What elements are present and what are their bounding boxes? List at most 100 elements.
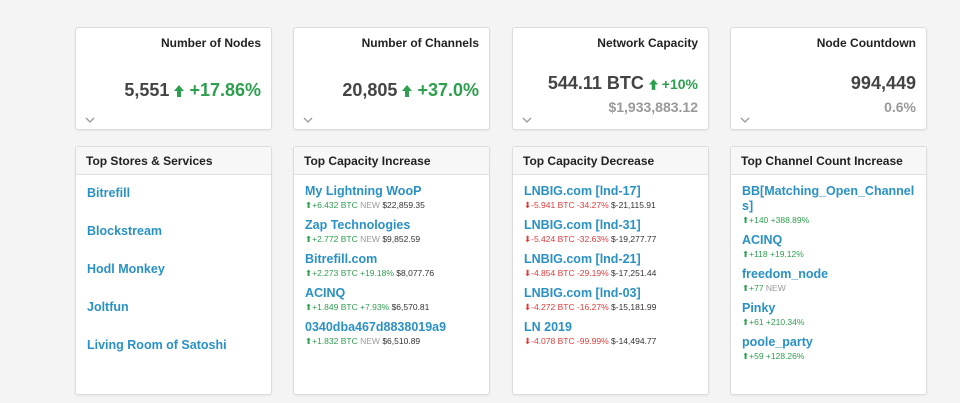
- up-arrow-icon: [648, 79, 658, 90]
- node-link[interactable]: LNBIG.com [lnd-03]: [524, 286, 698, 301]
- chevron-down-icon[interactable]: [522, 116, 532, 124]
- change-text: +17.86%: [189, 80, 261, 100]
- node-link[interactable]: LNBIG.com [lnd-31]: [524, 218, 698, 233]
- node-link[interactable]: poole_party: [742, 335, 916, 350]
- node-link[interactable]: BB[Matching_Open_Channels]: [742, 184, 916, 214]
- store-link[interactable]: Hodl Monkey: [87, 262, 261, 276]
- item-stats: ⬇-4.078 BTC -99.99% $-14,494.77: [524, 335, 698, 347]
- count-change: +59: [749, 351, 764, 361]
- percent-value: 0.6%: [884, 99, 916, 115]
- list-item: ACINQ ⬆+118 +19.12%: [742, 233, 916, 260]
- pct-change: -99.99%: [576, 336, 609, 346]
- change-badge: +37.0%: [402, 80, 479, 100]
- pct-change: -32.63%: [576, 234, 609, 244]
- channels-card: Number of Channels 20,805 +37.0%: [293, 27, 490, 130]
- pct-change: +7.93%: [360, 302, 390, 312]
- card-value: 20,805 +37.0%: [342, 80, 479, 101]
- panel-title: Top Capacity Decrease: [513, 147, 708, 175]
- node-link[interactable]: Zap Technologies: [305, 218, 479, 233]
- up-arrow-icon: [402, 85, 413, 97]
- chevron-down-icon[interactable]: [85, 116, 95, 124]
- list-item: LNBIG.com [lnd-21] ⬇-4.854 BTC -29.19% $…: [524, 252, 698, 279]
- usd-change: $-21,115.91: [611, 200, 656, 210]
- list-item: My Lightning WooP ⬆+6.432 BTC NEW $22,85…: [305, 184, 479, 211]
- btc-change: -4.854 BTC: [531, 268, 575, 278]
- store-link[interactable]: Living Room of Satoshi: [87, 338, 261, 352]
- list-item: Pinky ⬆+61 +210.34%: [742, 301, 916, 328]
- channel-increase-panel: Top Channel Count Increase BB[Matching_O…: [730, 146, 927, 395]
- value-text: 544.11 BTC: [547, 73, 644, 93]
- usd-change: $-17,251.44: [611, 268, 657, 278]
- node-link[interactable]: LNBIG.com [lnd-17]: [524, 184, 698, 199]
- value-text: 20,805: [342, 80, 398, 100]
- list-item: BB[Matching_Open_Channels] ⬆+140 +388.89…: [742, 184, 916, 226]
- usd-change: $8,077.76: [396, 268, 435, 278]
- item-stats: ⬆+59 +128.26%: [742, 350, 916, 362]
- node-link[interactable]: freedom_node: [742, 267, 916, 282]
- list-item: ACINQ ⬆+1.849 BTC +7.93% $6,570.81: [305, 286, 479, 313]
- store-link[interactable]: Blockstream: [87, 224, 261, 238]
- btc-change: -5.424 BTC: [531, 234, 575, 244]
- pct-change: -16.27%: [576, 302, 609, 312]
- change-badge: +17.86%: [174, 80, 261, 100]
- pct-change: NEW: [360, 234, 380, 244]
- item-stats: ⬇-5.941 BTC -34.27% $-21,115.91: [524, 199, 698, 211]
- pct-change: +19.18%: [360, 268, 394, 278]
- store-link[interactable]: Joltfun: [87, 300, 261, 314]
- item-stats: ⬇-4.854 BTC -29.19% $-17,251.44: [524, 267, 698, 279]
- count-change: +77: [749, 283, 764, 293]
- pct-change: -34.27%: [576, 200, 609, 210]
- btc-change: +1.832 BTC: [312, 336, 358, 346]
- change-text: +10%: [661, 76, 698, 92]
- item-stats: ⬆+61 +210.34%: [742, 316, 916, 328]
- node-link[interactable]: LN 2019: [524, 320, 698, 335]
- usd-value: $1,933,883.12: [608, 99, 698, 115]
- item-stats: ⬆+118 +19.12%: [742, 248, 916, 260]
- usd-change: $-14,494.77: [611, 336, 657, 346]
- capacity-decrease-panel: Top Capacity Decrease LNBIG.com [lnd-17]…: [512, 146, 709, 395]
- countdown-card: Node Countdown 994,449 0.6%: [730, 27, 927, 130]
- chevron-down-icon[interactable]: [303, 116, 313, 124]
- btc-change: +6.432 BTC: [312, 200, 358, 210]
- item-stats: ⬆+77 NEW: [742, 282, 916, 294]
- count-change: +118: [749, 249, 768, 259]
- node-link[interactable]: 0340dba467d8838019a9: [305, 320, 479, 335]
- list-item: freedom_node ⬆+77 NEW: [742, 267, 916, 294]
- capacity-increase-panel: Top Capacity Increase My Lightning WooP …: [293, 146, 490, 395]
- store-link[interactable]: Bitrefill: [87, 186, 261, 200]
- change-text: +37.0%: [417, 80, 479, 100]
- pct-change: NEW: [360, 200, 380, 210]
- btc-change: +2.273 BTC: [312, 268, 358, 278]
- card-title: Number of Channels: [361, 36, 479, 50]
- card-title: Network Capacity: [597, 36, 698, 50]
- item-stats: ⬆+1.832 BTC NEW $6,510.89: [305, 335, 479, 347]
- node-link[interactable]: My Lightning WooP: [305, 184, 479, 199]
- count-change: +61: [749, 317, 764, 327]
- usd-change: $-19,277.77: [611, 234, 657, 244]
- node-link[interactable]: Bitrefill.com: [305, 252, 479, 267]
- stores-panel: Top Stores & Services Bitrefill Blockstr…: [75, 146, 272, 395]
- btc-change: -5.941 BTC: [531, 200, 575, 210]
- node-link[interactable]: ACINQ: [742, 233, 916, 248]
- node-link[interactable]: LNBIG.com [lnd-21]: [524, 252, 698, 267]
- card-title: Number of Nodes: [160, 36, 261, 50]
- panel-title: Top Stores & Services: [76, 147, 271, 175]
- item-stats: ⬆+140 +388.89%: [742, 214, 916, 226]
- value-text: 5,551: [124, 80, 170, 100]
- list-item: Bitrefill.com ⬆+2.273 BTC +19.18% $8,077…: [305, 252, 479, 279]
- node-link[interactable]: ACINQ: [305, 286, 479, 301]
- chevron-down-icon[interactable]: [740, 116, 750, 124]
- capacity-card: Network Capacity 544.11 BTC +10% $1,933,…: [512, 27, 709, 130]
- pct-change: NEW: [765, 283, 786, 293]
- list-item: Zap Technologies ⬆+2.772 BTC NEW $9,852.…: [305, 218, 479, 245]
- item-stats: ⬇-4.272 BTC -16.27% $-15,181.99: [524, 301, 698, 313]
- item-stats: ⬇-5.424 BTC -32.63% $-19,277.77: [524, 233, 698, 245]
- pct-change: +388.89%: [770, 215, 810, 225]
- usd-change: $6,510.89: [382, 336, 421, 346]
- usd-change: $-15,181.99: [611, 302, 657, 312]
- btc-change: -4.078 BTC: [531, 336, 575, 346]
- btc-change: -4.272 BTC: [531, 302, 575, 312]
- list-item: 0340dba467d8838019a9 ⬆+1.832 BTC NEW $6,…: [305, 320, 479, 347]
- pct-change: NEW: [360, 336, 380, 346]
- node-link[interactable]: Pinky: [742, 301, 916, 316]
